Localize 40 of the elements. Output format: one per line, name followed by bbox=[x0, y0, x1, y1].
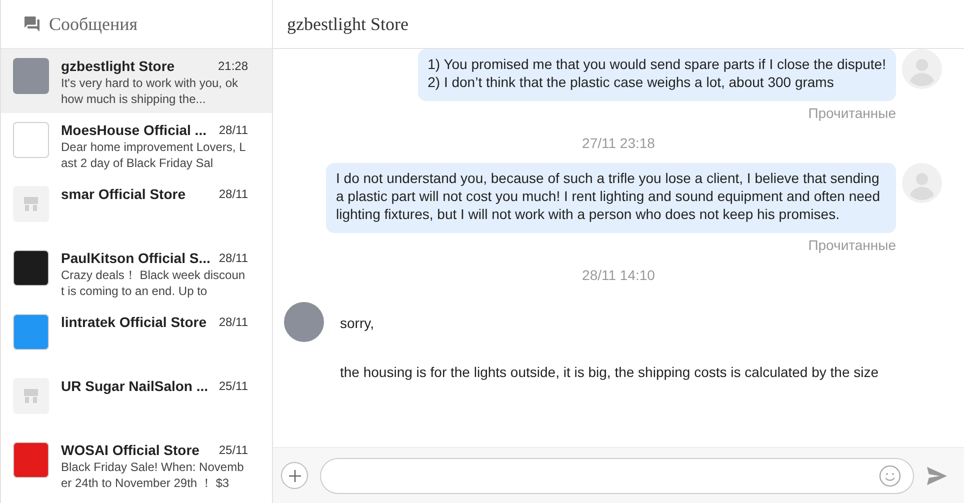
store-name: gzbestlight Store bbox=[61, 58, 175, 75]
store-icon bbox=[13, 186, 49, 222]
conversation-time: 28/11 bbox=[218, 250, 248, 267]
user-avatar-icon bbox=[902, 163, 942, 203]
message-preview: Dear home improvement Lovers, Last 2 day of Black Friday Sal bbox=[61, 139, 247, 171]
message-preview: Black Friday Sale! When: November 24th to November 29th ！ $3 bbox=[61, 459, 245, 491]
conversation-time: 21:28 bbox=[218, 58, 248, 75]
store-name: WOSAI Official Store bbox=[61, 442, 200, 459]
send-icon[interactable] bbox=[926, 466, 948, 486]
store-name: MoesHouse Official ... bbox=[61, 122, 206, 139]
message-timestamp: 28/11 14:10 bbox=[582, 266, 655, 285]
conversation-time: 28/11 bbox=[218, 186, 248, 203]
add-button[interactable] bbox=[281, 462, 308, 489]
avatar-photo-placeholder bbox=[13, 58, 49, 94]
store-name: UR Sugar NailSalon ... bbox=[61, 378, 208, 395]
message-text: sorry, bbox=[340, 314, 375, 333]
message-preview: Crazy deals！ Black week discount is coming to an end. Up to bbox=[61, 267, 246, 299]
message-bubble: I do not understand you, because of such a trifle you lose a client, I believe that sending a plastic part will not cost you much! I rent lighting and sound equipment and often need lighting fixtures, but I will not work with a person who does not keep his promises. bbox=[326, 163, 896, 233]
store-name: lintratek Official Store bbox=[61, 314, 206, 331]
store-icon bbox=[13, 378, 49, 414]
conversation-time: 28/11 bbox=[218, 122, 248, 139]
store-name: smar Official Store bbox=[61, 186, 186, 203]
message-preview: It's very hard to work with you, ok how much is shipping the... bbox=[61, 75, 240, 107]
read-status: Прочитанные bbox=[808, 236, 896, 255]
avatar-photo-placeholder bbox=[284, 302, 324, 342]
conversation-time: 25/11 bbox=[218, 378, 248, 395]
message-timestamp: 27/11 23:18 bbox=[582, 134, 655, 153]
message-bubble: 1) You promised me that you would send spare parts if I close the dispute! 2) I don’t think that the plastic case weighs a lot, about 300 grams bbox=[418, 49, 896, 101]
chat-title: gzbestlight Store bbox=[287, 12, 408, 36]
read-status: Прочитанные bbox=[808, 104, 896, 123]
conversation-item[interactable]: gzbestlight Store 21:28 It's very hard to work with you, ok how much is shipping the... bbox=[1, 49, 272, 113]
emoji-icon[interactable] bbox=[879, 464, 901, 486]
conversation-time: 28/11 bbox=[218, 314, 248, 331]
message-input-field[interactable] bbox=[320, 458, 914, 494]
message-text: the housing is for the lights outside, it is big, the shipping costs is calculated by the size bbox=[340, 363, 879, 382]
store-name: PaulKitson Official S... bbox=[61, 250, 210, 267]
chat-bubbles-icon bbox=[23, 15, 41, 33]
sidebar-title: Сообщения bbox=[49, 12, 138, 36]
plus-icon bbox=[288, 468, 302, 482]
conversation-time: 25/11 bbox=[218, 442, 248, 459]
